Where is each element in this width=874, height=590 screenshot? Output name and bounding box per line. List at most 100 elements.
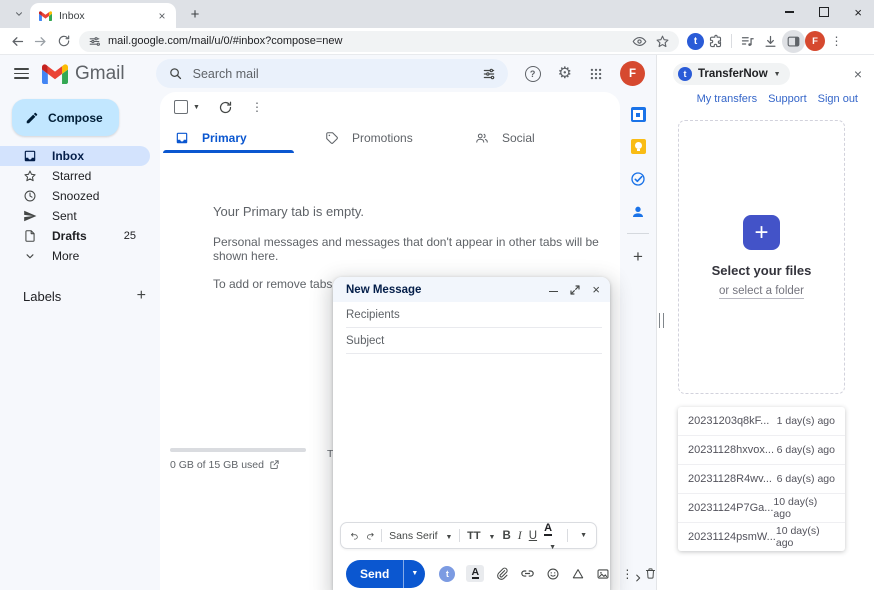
italic-button[interactable]: I: [518, 528, 522, 543]
panel-title-dropdown[interactable]: t TransferNow ▼: [673, 63, 790, 85]
transfer-row[interactable]: 20231124psmW... 10 day(s) ago: [678, 523, 845, 551]
create-label-button[interactable]: +: [137, 287, 146, 305]
close-icon[interactable]: ×: [592, 285, 600, 295]
insert-image-icon[interactable]: [596, 567, 610, 581]
help-button[interactable]: ?: [525, 66, 541, 82]
compose-body[interactable]: Sans Serif ▼ TT ▼ B I U A ▼ ▼: [333, 354, 610, 556]
transfer-row[interactable]: 20231128R4wv... 6 day(s) ago: [678, 465, 845, 494]
text-color-button[interactable]: A ▼: [544, 518, 560, 554]
chevron-down-icon: ▼: [446, 534, 453, 541]
more-options-icon[interactable]: ⋮: [621, 567, 633, 581]
keep-icon[interactable]: [631, 139, 646, 154]
browser-tab-strip: Inbox × + ×: [0, 0, 874, 28]
back-button[interactable]: [6, 30, 29, 53]
preview-eye-icon[interactable]: [632, 34, 647, 49]
search-icon[interactable]: [168, 66, 183, 81]
send-plane-icon: [23, 209, 37, 223]
calendar-icon[interactable]: [631, 107, 646, 122]
downloads-button[interactable]: [759, 30, 782, 53]
main-menu-button[interactable]: [0, 55, 42, 92]
select-all-checkbox[interactable]: [174, 100, 188, 114]
browser-menu-button[interactable]: ⋮: [825, 30, 848, 53]
file-dropzone[interactable]: + Select your files or select a folder: [678, 120, 845, 394]
refresh-button[interactable]: [218, 100, 233, 115]
minimize-icon[interactable]: [549, 291, 558, 293]
panel-close-icon[interactable]: ×: [854, 68, 862, 80]
redo-icon[interactable]: [366, 529, 375, 542]
window-close-button[interactable]: ×: [854, 8, 862, 17]
bookmark-star-icon[interactable]: [655, 34, 670, 49]
emoji-icon[interactable]: [546, 567, 560, 581]
search-input[interactable]: Search mail: [156, 59, 508, 88]
empty-state: Your Primary tab is empty. Personal mess…: [160, 153, 620, 291]
sidebar-item-snoozed[interactable]: Snoozed: [0, 186, 150, 206]
browser-tab[interactable]: Inbox ×: [30, 3, 176, 28]
browser-profile-avatar[interactable]: F: [805, 31, 825, 51]
search-options-icon[interactable]: [482, 67, 496, 81]
formatting-options-button[interactable]: A: [466, 565, 484, 582]
sidebar-item-starred[interactable]: Starred: [0, 166, 150, 186]
new-tab-button[interactable]: +: [184, 3, 206, 25]
font-family-select[interactable]: Sans Serif ▼: [389, 530, 452, 542]
media-controls-icon[interactable]: [736, 30, 759, 53]
tab-social[interactable]: Social: [460, 122, 610, 153]
list-more-button[interactable]: ⋮: [251, 98, 263, 116]
address-bar[interactable]: mail.google.com/mail/u/0/#inbox?compose=…: [79, 31, 679, 52]
tab-promotions[interactable]: Promotions: [310, 122, 460, 153]
window-maximize-button[interactable]: [819, 7, 829, 17]
more-formats-icon[interactable]: ▼: [580, 532, 587, 539]
transfers-list: 20231203q8kF... 1 day(s) ago 20231128hxv…: [678, 407, 845, 551]
insert-link-icon[interactable]: [520, 566, 535, 581]
subject-field[interactable]: Subject: [346, 328, 602, 354]
sidebar-item-drafts[interactable]: Drafts 25: [0, 226, 150, 246]
select-folder-link[interactable]: or select a folder: [719, 285, 804, 299]
send-button[interactable]: Send ▼: [346, 560, 425, 588]
forward-arrow-icon: [33, 34, 48, 49]
sidebar-item-more[interactable]: More: [0, 246, 150, 266]
reload-button[interactable]: [52, 30, 75, 53]
settings-gear-icon[interactable]: ⚙: [558, 66, 572, 82]
drive-icon[interactable]: [571, 567, 585, 581]
support-link[interactable]: Support: [768, 93, 807, 105]
my-transfers-link[interactable]: My transfers: [697, 93, 758, 105]
transfer-row[interactable]: 20231203q8kF... 1 day(s) ago: [678, 407, 845, 436]
contacts-icon[interactable]: [630, 204, 646, 220]
recipients-field[interactable]: Recipients: [346, 302, 602, 328]
tab-primary[interactable]: Primary: [160, 122, 310, 153]
tab-close-icon[interactable]: ×: [155, 9, 169, 23]
font-size-select[interactable]: TT ▼: [467, 530, 495, 542]
discard-trash-icon[interactable]: [644, 567, 657, 580]
compose-title: New Message: [346, 284, 421, 296]
sidebar-item-inbox[interactable]: Inbox: [0, 146, 150, 166]
google-apps-grid-icon[interactable]: [589, 67, 603, 81]
transfer-row[interactable]: 20231124P7Ga... 10 day(s) ago: [678, 494, 845, 523]
underline-button[interactable]: U: [529, 530, 537, 542]
bold-button[interactable]: B: [502, 530, 510, 542]
add-files-button[interactable]: +: [743, 215, 780, 250]
site-info-icon[interactable]: [88, 35, 101, 48]
dropzone-title: Select your files: [712, 263, 812, 278]
compose-header[interactable]: New Message ×: [333, 277, 610, 302]
gmail-logo[interactable]: Gmail: [42, 63, 125, 85]
compose-button[interactable]: Compose: [12, 99, 119, 136]
popout-icon[interactable]: [570, 285, 580, 295]
select-dropdown-icon[interactable]: ▼: [193, 104, 200, 111]
sign-out-link[interactable]: Sign out: [818, 93, 858, 105]
window-minimize-button[interactable]: [785, 11, 794, 13]
sidebar-item-sent[interactable]: Sent: [0, 206, 150, 226]
undo-icon[interactable]: [350, 529, 359, 542]
get-addons-button[interactable]: +: [633, 247, 643, 267]
attach-file-icon[interactable]: [495, 567, 509, 581]
side-panel-button[interactable]: [782, 30, 805, 53]
transfer-row[interactable]: 20231128hxvox... 6 day(s) ago: [678, 436, 845, 465]
transfernow-extension-icon[interactable]: t: [687, 33, 704, 50]
tasks-icon[interactable]: [630, 171, 646, 187]
transfernow-compose-icon[interactable]: t: [439, 566, 455, 582]
forward-button[interactable]: [29, 30, 52, 53]
gmail-profile-avatar[interactable]: F: [620, 61, 645, 86]
extensions-puzzle-icon[interactable]: [704, 30, 727, 53]
open-in-new-icon[interactable]: [269, 459, 280, 470]
resize-handle[interactable]: [659, 313, 664, 328]
send-options-caret[interactable]: ▼: [403, 560, 425, 588]
tab-search-button[interactable]: [9, 4, 29, 24]
